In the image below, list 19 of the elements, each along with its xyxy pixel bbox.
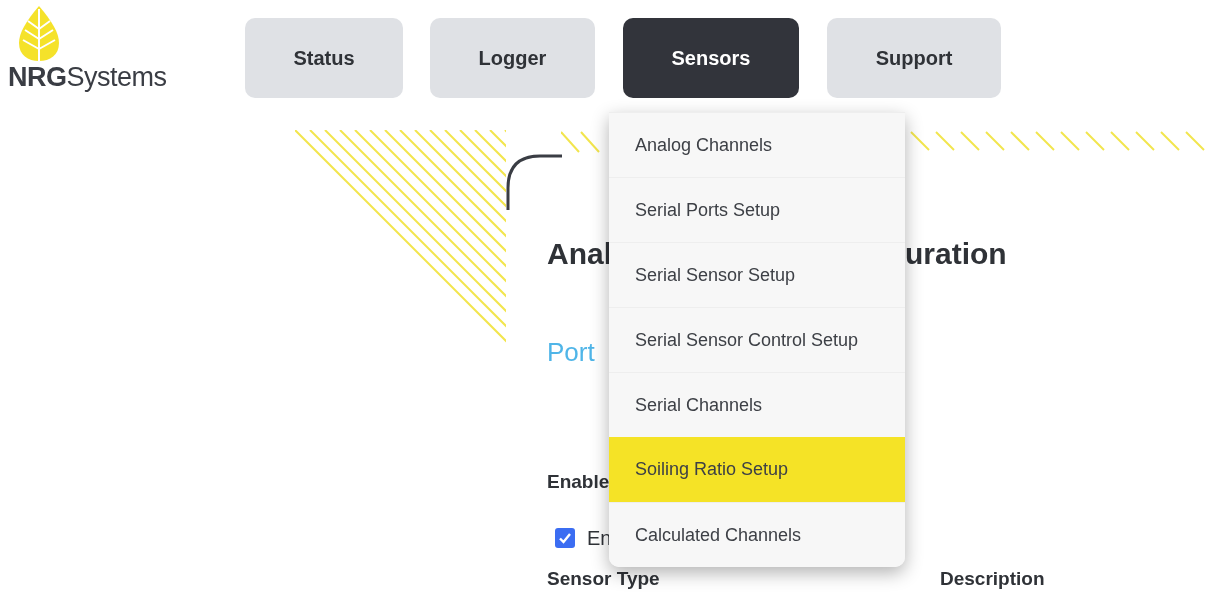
- column-header: Sensor Type: [547, 568, 661, 590]
- nav-tab[interactable]: Status: [245, 18, 403, 98]
- menu-item[interactable]: Analog Channels: [609, 112, 905, 177]
- nav-tab[interactable]: Logger: [430, 18, 595, 98]
- menu-item[interactable]: Serial Channels: [609, 372, 905, 437]
- column-header: Description: [940, 568, 1045, 590]
- menu-item[interactable]: Serial Ports Setup: [609, 177, 905, 242]
- menu-item[interactable]: Soiling Ratio Setup: [609, 437, 905, 502]
- menu-item[interactable]: Calculated Channels: [609, 502, 905, 567]
- menu-item[interactable]: Serial Sensor Setup: [609, 242, 905, 307]
- page-title: uration: [905, 236, 1007, 272]
- nav-tab[interactable]: Sensors: [623, 18, 799, 98]
- leaf-logo-icon: [18, 5, 60, 62]
- check-icon: [558, 531, 572, 545]
- brand-logo: NRGSystems: [8, 62, 167, 92]
- section-label: Enable: [547, 470, 610, 494]
- enable-checkbox[interactable]: [555, 528, 575, 548]
- menu-item[interactable]: Serial Sensor Control Setup: [609, 307, 905, 372]
- nav-tab[interactable]: Support: [827, 18, 1001, 98]
